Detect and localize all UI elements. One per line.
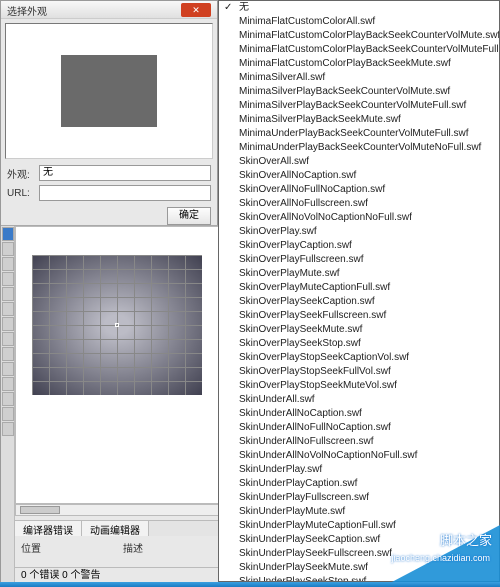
- dropdown-option[interactable]: MinimaFlatCustomColorPlayBackSeekMute.sw…: [219, 57, 499, 71]
- column-description: 描述: [117, 540, 219, 556]
- dropdown-option[interactable]: MinimaSilverAll.swf: [219, 71, 499, 85]
- tool-item[interactable]: [2, 272, 14, 286]
- skin-dropdown[interactable]: 无: [39, 165, 211, 181]
- dropdown-option[interactable]: MinimaFlatCustomColorAll.swf: [219, 15, 499, 29]
- dropdown-option[interactable]: SkinOverAllNoCaption.swf: [219, 169, 499, 183]
- dropdown-option[interactable]: SkinOverPlaySeekMute.swf: [219, 323, 499, 337]
- column-location: 位置: [15, 540, 117, 556]
- tool-item[interactable]: [2, 287, 14, 301]
- dropdown-option[interactable]: SkinUnderAllNoCaption.swf: [219, 407, 499, 421]
- video-component[interactable]: [32, 255, 202, 395]
- url-label: URL:: [7, 188, 35, 199]
- scrollbar-thumb[interactable]: [20, 506, 60, 514]
- dropdown-option[interactable]: SkinOverPlay.swf: [219, 225, 499, 239]
- dropdown-option[interactable]: SkinUnderAllNoFullNoCaption.swf: [219, 421, 499, 435]
- dropdown-option[interactable]: SkinUnderPlaySeekMute.swf: [219, 561, 499, 575]
- dropdown-option[interactable]: SkinOverPlayStopSeekMuteVol.swf: [219, 379, 499, 393]
- preview-placeholder: [61, 55, 157, 127]
- dropdown-option[interactable]: SkinOverPlaySeekCaption.swf: [219, 295, 499, 309]
- dropdown-option[interactable]: SkinOverAll.swf: [219, 155, 499, 169]
- dropdown-option[interactable]: MinimaUnderPlayBackSeekCounterVolMuteNoF…: [219, 141, 499, 155]
- tool-strip: [1, 226, 15, 584]
- dropdown-option[interactable]: SkinUnderPlayMuteCaptionFull.swf: [219, 519, 499, 533]
- dropdown-option[interactable]: SkinUnderPlayCaption.swf: [219, 477, 499, 491]
- dropdown-option[interactable]: SkinOverAllNoVolNoCaptionNoFull.swf: [219, 211, 499, 225]
- dropdown-option[interactable]: MinimaUnderPlayBackSeekCounterVolMuteFul…: [219, 127, 499, 141]
- dropdown-option[interactable]: SkinUnderAllNoVolNoCaptionNoFull.swf: [219, 449, 499, 463]
- dropdown-option[interactable]: MinimaSilverPlayBackSeekCounterVolMuteFu…: [219, 99, 499, 113]
- dropdown-option[interactable]: SkinOverAllNoFullNoCaption.swf: [219, 183, 499, 197]
- tab-compiler-errors[interactable]: 编译器错误: [15, 521, 82, 536]
- stage-canvas[interactable]: [15, 226, 219, 504]
- tool-item[interactable]: [2, 347, 14, 361]
- tool-selection[interactable]: [2, 227, 14, 241]
- dropdown-option[interactable]: MinimaSilverPlayBackSeekMute.swf: [219, 113, 499, 127]
- dropdown-option[interactable]: SkinUnderPlaySeekCaption.swf: [219, 533, 499, 547]
- dropdown-option[interactable]: SkinUnderPlaySeekStop.swf: [219, 575, 499, 582]
- taskbar[interactable]: [0, 582, 500, 587]
- tool-item[interactable]: [2, 317, 14, 331]
- tool-item[interactable]: [2, 407, 14, 421]
- dropdown-option[interactable]: MinimaFlatCustomColorPlayBackSeekCounter…: [219, 43, 499, 57]
- tool-item[interactable]: [2, 377, 14, 391]
- dropdown-option[interactable]: SkinOverPlayStopSeekFullVol.swf: [219, 365, 499, 379]
- ok-button[interactable]: 确定: [167, 207, 211, 225]
- tool-item[interactable]: [2, 242, 14, 256]
- registration-point-icon: [115, 323, 119, 327]
- dropdown-option[interactable]: MinimaSilverPlayBackSeekCounterVolMute.s…: [219, 85, 499, 99]
- close-icon[interactable]: ✕: [181, 3, 211, 17]
- dropdown-option[interactable]: SkinOverPlayMute.swf: [219, 267, 499, 281]
- dropdown-option[interactable]: SkinUnderPlaySeekFullscreen.swf: [219, 547, 499, 561]
- dropdown-option[interactable]: SkinOverPlayStopSeekCaptionVol.swf: [219, 351, 499, 365]
- dialog-titlebar[interactable]: 选择外观 ✕: [1, 1, 217, 19]
- dropdown-option[interactable]: SkinOverPlaySeekStop.swf: [219, 337, 499, 351]
- dropdown-option[interactable]: SkinOverPlayCaption.swf: [219, 239, 499, 253]
- status-bar: 0 个错误 0 个警告: [15, 567, 219, 583]
- url-input[interactable]: [39, 185, 211, 201]
- tool-item[interactable]: [2, 422, 14, 436]
- dialog-title: 选择外观: [7, 7, 47, 18]
- dropdown-option[interactable]: SkinOverPlayMuteCaptionFull.swf: [219, 281, 499, 295]
- skin-label: 外观:: [7, 166, 35, 181]
- dropdown-option[interactable]: SkinUnderPlayMute.swf: [219, 505, 499, 519]
- tab-motion-editor[interactable]: 动画编辑器: [82, 521, 149, 536]
- dropdown-option[interactable]: SkinUnderPlay.swf: [219, 463, 499, 477]
- dropdown-option[interactable]: SkinOverAllNoFullscreen.swf: [219, 197, 499, 211]
- tool-item[interactable]: [2, 362, 14, 376]
- tool-item[interactable]: [2, 302, 14, 316]
- dropdown-option[interactable]: SkinUnderPlayFullscreen.swf: [219, 491, 499, 505]
- skin-dropdown-list[interactable]: 无MinimaFlatCustomColorAll.swfMinimaFlatC…: [218, 0, 500, 582]
- dropdown-option[interactable]: SkinOverPlayFullscreen.swf: [219, 253, 499, 267]
- dropdown-option[interactable]: SkinUnderAllNoFullscreen.swf: [219, 435, 499, 449]
- dropdown-option[interactable]: SkinOverPlaySeekFullscreen.swf: [219, 309, 499, 323]
- tool-item[interactable]: [2, 392, 14, 406]
- horizontal-scrollbar[interactable]: [15, 504, 219, 516]
- dropdown-option[interactable]: MinimaFlatCustomColorPlayBackSeekCounter…: [219, 29, 499, 43]
- dropdown-option[interactable]: SkinUnderAll.swf: [219, 393, 499, 407]
- tool-item[interactable]: [2, 332, 14, 346]
- tool-item[interactable]: [2, 257, 14, 271]
- dropdown-option[interactable]: 无: [219, 1, 499, 15]
- skin-preview: [5, 23, 213, 159]
